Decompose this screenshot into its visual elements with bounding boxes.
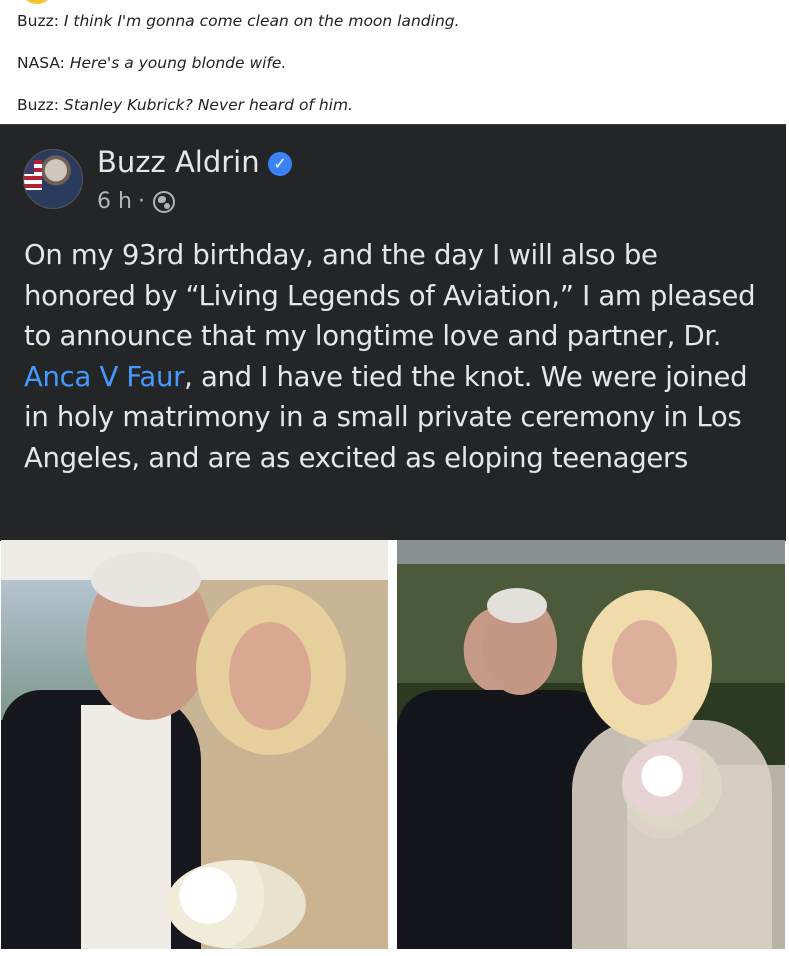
dialogue-text: Stanley Kubrick? Never heard of him. [63, 96, 353, 114]
dialogue-text: I think I'm gonna come clean on the moon… [63, 12, 460, 30]
bouquet [622, 740, 722, 830]
dialogue-text: Here's a young blonde wife. [69, 54, 287, 72]
dialogue-line: NASA: Here's a young blonde wife. [17, 52, 460, 94]
post-text-part: On my 93rd birthday, and the day I will … [24, 239, 756, 352]
bride-face [612, 620, 677, 705]
author-name[interactable]: Buzz Aldrin [97, 145, 260, 179]
dialogue-line: Buzz: I think I'm gonna come clean on th… [17, 10, 460, 52]
post-text: On my 93rd birthday, and the day I will … [24, 235, 774, 478]
meme-dialogue: Buzz: I think I'm gonna come clean on th… [17, 10, 460, 136]
emoji-peek-icon [20, 0, 54, 4]
speaker-label: Buzz: [17, 12, 59, 30]
speaker-label: Buzz: [17, 96, 59, 114]
bouquet [166, 860, 306, 949]
wedding-photo-right[interactable] [397, 540, 785, 949]
groom-hair [487, 588, 547, 623]
verified-badge-icon: ✓ [268, 152, 292, 176]
meta-separator: · [137, 189, 145, 214]
sky [397, 540, 785, 564]
flag-icon [24, 160, 42, 190]
globe-icon[interactable] [152, 190, 175, 213]
facebook-post: Buzz Aldrin ✓ 6 h · On my 93rd birthday,… [0, 124, 786, 541]
bride-face [229, 622, 311, 730]
shirt [81, 705, 171, 949]
post-time[interactable]: 6 h [97, 189, 132, 214]
mention-link[interactable]: Anca V Faur [24, 361, 184, 393]
groom-hair [91, 552, 201, 607]
wedding-photo-left[interactable] [1, 540, 388, 949]
post-meta: 6 h · [97, 189, 175, 214]
photo-divider [388, 540, 397, 949]
speaker-label: NASA: [17, 54, 65, 72]
avatar[interactable] [23, 149, 83, 209]
